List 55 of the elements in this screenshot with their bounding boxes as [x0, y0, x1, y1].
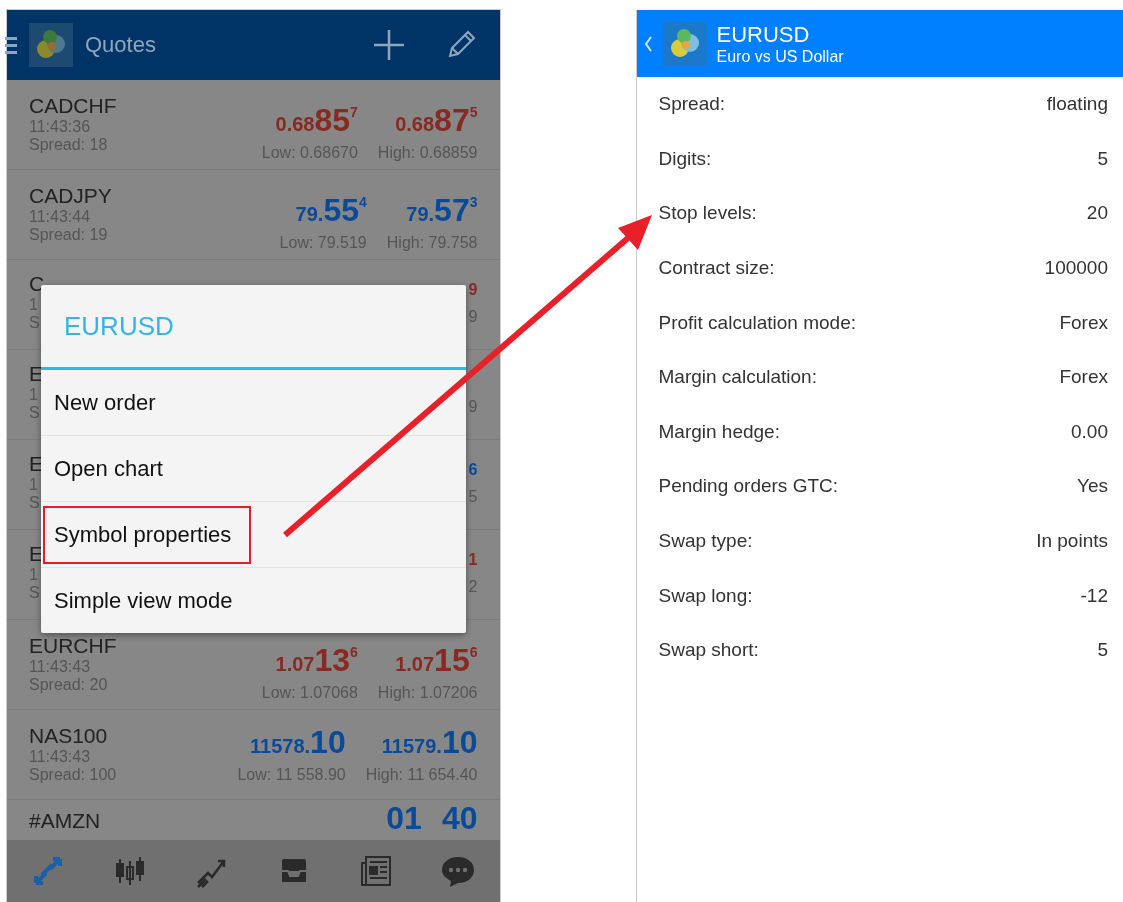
property-label: Margin hedge: [658, 420, 780, 443]
property-label: Stop levels: [658, 202, 757, 225]
menu-item[interactable]: Open chart [43, 439, 183, 498]
ask-price: 0.6887$^{5}$ [395, 101, 478, 140]
property-label: Swap type: [658, 530, 753, 553]
bid-price: 11578.10 [250, 724, 346, 762]
menu-item[interactable]: New order [43, 373, 176, 432]
property-label: Margin calculation: [658, 366, 817, 389]
app-logo-icon [29, 23, 73, 67]
symbol-name: CADJPY [29, 184, 112, 208]
menu-item[interactable]: Symbol properties [43, 505, 252, 564]
symbol-name: #AMZN [29, 809, 101, 833]
bid-price: 01 [386, 802, 422, 838]
property-value: 20 [1086, 202, 1108, 225]
property-value: In points [1036, 530, 1108, 553]
property-label: Contract size: [658, 257, 775, 280]
property-value: Yes [1077, 475, 1108, 498]
ask-price: 1.0715$^{6}$ [395, 641, 478, 680]
symbol-name: CADCHF [29, 94, 117, 118]
property-value: floating [1046, 93, 1108, 116]
property-label: Swap short: [658, 639, 759, 662]
ask-price: 79.57$^{3}$ [406, 191, 478, 230]
symbol-name: NAS100 [29, 724, 109, 748]
property-value: 5 [1097, 147, 1108, 170]
bid-price: 1.0713$^{6}$ [275, 641, 358, 680]
symbol-name: E [29, 362, 43, 386]
bid-price: 79.55$^{4}$ [295, 191, 367, 230]
menu-item[interactable]: Simple view mode [43, 571, 253, 630]
price-digit: 6 [468, 460, 478, 480]
price-digit: 1 [468, 550, 478, 570]
property-value: 0.00 [1071, 420, 1108, 443]
symbol-title: EURUSD [716, 21, 811, 48]
menu-icon[interactable] [5, 35, 17, 55]
property-value: 5 [1097, 639, 1108, 662]
ask-price: 40 [441, 802, 478, 838]
symbol-name: EURCHF [29, 634, 117, 658]
symbol-description: Euro vs US Dollar [716, 47, 844, 66]
property-label: Swap long: [658, 584, 753, 607]
property-value: -12 [1080, 584, 1108, 607]
price-digit: 9 [468, 280, 478, 300]
screen-title: Quotes [85, 32, 157, 58]
bid-price: 0.6885$^{7}$ [275, 101, 358, 140]
property-label: Pending orders GTC: [658, 475, 839, 498]
property-label: Spread: [658, 93, 726, 116]
app-logo-icon [662, 21, 707, 66]
property-value: Forex [1059, 311, 1108, 334]
symbol-name: E [29, 542, 43, 566]
property-value: Forex [1059, 366, 1108, 389]
ask-price: 11579.10 [381, 724, 478, 762]
property-label: Profit calculation mode: [658, 311, 856, 334]
menu-title: EURUSD [64, 310, 174, 342]
symbol-name: E [29, 452, 43, 476]
property-label: Digits: [658, 147, 712, 170]
add-icon[interactable] [371, 28, 406, 62]
property-value: 100000 [1044, 257, 1108, 280]
